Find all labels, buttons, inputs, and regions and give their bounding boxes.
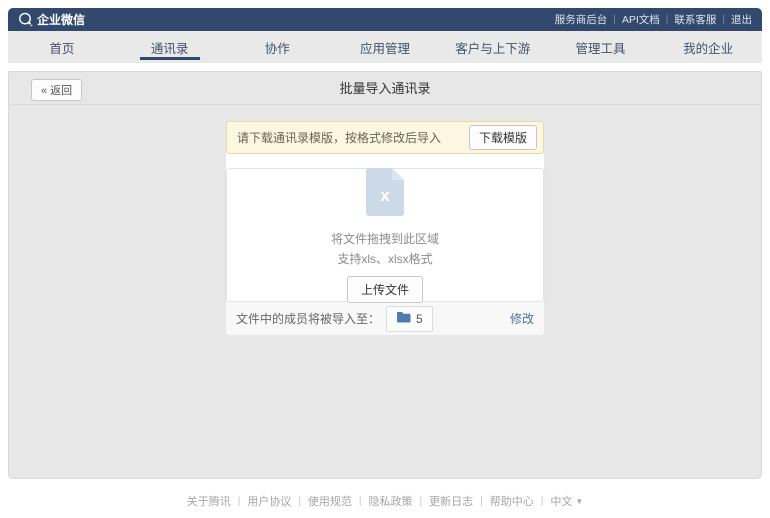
chevron-down-icon: ▼	[575, 497, 583, 506]
footer: 关于腾讯 | 用户协议 | 使用规范 | 隐私政策 | 更新日志 | 帮助中心 …	[8, 493, 762, 509]
divider: |	[298, 496, 301, 507]
divider: |	[541, 496, 544, 507]
destination-department-box: 5	[386, 306, 433, 332]
import-destination-row: 文件中的成员将被导入至： 5 修改	[226, 302, 544, 335]
topbar-links: 服务商后台 | API文档 | 联系客服 | 退出	[555, 12, 752, 27]
topbar-link-logout[interactable]: 退出	[731, 12, 752, 27]
tab-contacts[interactable]: 通讯录	[116, 31, 224, 63]
format-hint-text: 支持xls、xlsx格式	[337, 250, 432, 267]
folder-icon	[396, 310, 411, 328]
footer-link-privacy-policy[interactable]: 隐私政策	[369, 493, 413, 509]
footer-link-about-tencent[interactable]: 关于腾讯	[187, 493, 231, 509]
app-frame: 企业微信 服务商后台 | API文档 | 联系客服 | 退出 首页 通讯录 协作…	[8, 8, 762, 509]
notice-text: 请下载通讯录模版，按格式修改后导入	[237, 129, 441, 146]
tab-my-enterprise[interactable]: 我的企业	[654, 31, 762, 63]
import-panel: 请下载通讯录模版，按格式修改后导入 下载模版 x 将文件拖拽到此区域 支持xls…	[226, 121, 544, 335]
footer-link-changelog[interactable]: 更新日志	[429, 493, 473, 509]
topbar-link-api-docs[interactable]: API文档	[622, 12, 660, 27]
tab-admin-tools[interactable]: 管理工具	[547, 31, 655, 63]
divider: |	[666, 14, 669, 25]
wechat-work-logo-icon	[18, 12, 33, 27]
content-area: « 返回 批量导入通讯录 请下载通讯录模版，按格式修改后导入 下载模版 x 将文…	[8, 71, 762, 479]
topbar-link-provider-console[interactable]: 服务商后台	[555, 12, 608, 27]
divider: |	[359, 496, 362, 507]
page-title: 批量导入通讯录	[9, 72, 761, 105]
tab-home[interactable]: 首页	[8, 31, 116, 63]
divider: |	[420, 496, 423, 507]
divider: |	[480, 496, 483, 507]
language-selector[interactable]: 中文 ▼	[550, 493, 583, 509]
destination-label: 文件中的成员将被导入至：	[236, 310, 380, 327]
drag-hint-text: 将文件拖拽到此区域	[331, 230, 439, 247]
brand: 企业微信	[18, 11, 85, 28]
file-drop-zone[interactable]: x 将文件拖拽到此区域 支持xls、xlsx格式 上传文件	[226, 168, 544, 302]
back-button[interactable]: « 返回	[31, 79, 82, 101]
tab-app-management[interactable]: 应用管理	[331, 31, 439, 63]
tab-customers[interactable]: 客户与上下游	[439, 31, 547, 63]
footer-link-usage-rules[interactable]: 使用规范	[308, 493, 352, 509]
language-label: 中文	[550, 493, 572, 509]
department-count: 5	[416, 312, 423, 326]
topbar-link-contact-support[interactable]: 联系客服	[674, 12, 716, 27]
divider: |	[613, 14, 616, 25]
spacer	[8, 63, 762, 71]
divider: |	[722, 14, 725, 25]
download-template-button[interactable]: 下载模版	[469, 125, 537, 150]
brand-name: 企业微信	[37, 11, 85, 28]
footer-link-help-center[interactable]: 帮助中心	[490, 493, 534, 509]
excel-file-icon: x	[366, 168, 404, 221]
tab-collaboration[interactable]: 协作	[223, 31, 331, 63]
upload-file-button[interactable]: 上传文件	[347, 276, 423, 303]
svg-text:x: x	[380, 186, 390, 205]
footer-link-user-agreement[interactable]: 用户协议	[247, 493, 291, 509]
divider: |	[238, 496, 241, 507]
titlebar: « 返回 批量导入通讯录	[9, 72, 761, 105]
template-notice: 请下载通讯录模版，按格式修改后导入 下载模版	[226, 121, 544, 154]
main-nav: 首页 通讯录 协作 应用管理 客户与上下游 管理工具 我的企业	[8, 31, 762, 63]
modify-destination-link[interactable]: 修改	[510, 310, 534, 327]
topbar: 企业微信 服务商后台 | API文档 | 联系客服 | 退出	[8, 8, 762, 31]
